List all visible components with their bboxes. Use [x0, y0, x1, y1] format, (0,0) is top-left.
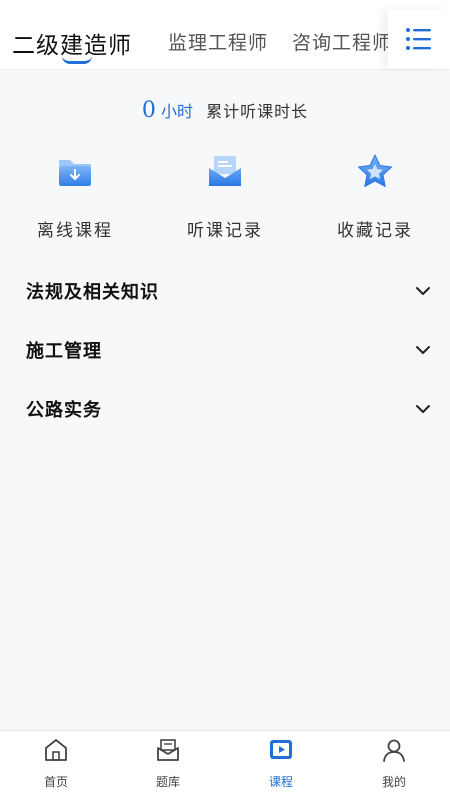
subject-item-construction-management[interactable]: 施工管理: [0, 325, 450, 375]
offline-courses-button[interactable]: 离线课程: [0, 152, 150, 241]
bottom-navigation: 首页 题库 课程 我的: [0, 730, 450, 800]
nav-label-question-bank: 题库: [155, 775, 180, 789]
subject-item-regulations[interactable]: 法规及相关知识: [0, 266, 450, 316]
top-header: 二级建造师 监理工程师 咨询工程师: [0, 0, 450, 70]
offline-courses-label: 离线课程: [37, 221, 113, 241]
nav-item-me[interactable]: 我的: [338, 737, 450, 790]
home-icon: [45, 739, 67, 761]
nav-item-courses[interactable]: 课程: [225, 737, 337, 790]
favorites-record-button[interactable]: 收藏记录: [300, 152, 450, 241]
tab-second-class-constructor[interactable]: 二级建造师: [12, 26, 132, 60]
chevron-down-icon: [416, 287, 430, 295]
star-icon: [358, 154, 392, 187]
nav-item-home[interactable]: 首页: [0, 737, 112, 790]
mailbox-icon: [157, 739, 179, 761]
subject-name: 公路实务: [26, 400, 102, 421]
favorites-record-label: 收藏记录: [337, 221, 413, 241]
listening-hours-value: 0: [141, 98, 156, 123]
play-course-icon: [270, 740, 292, 759]
listening-record-button[interactable]: 听课记录: [150, 152, 300, 241]
listening-hours-unit: 小时: [160, 102, 193, 121]
listening-record-label: 听课记录: [187, 221, 263, 241]
listening-time-label: 累计听课时长: [206, 102, 309, 121]
tab-supervision-engineer[interactable]: 监理工程师: [168, 28, 268, 55]
chevron-down-icon: [416, 405, 430, 413]
mail-record-icon: [209, 156, 241, 186]
nav-item-question-bank[interactable]: 题库: [112, 737, 224, 790]
category-tabs: 二级建造师 监理工程师 咨询工程师: [0, 0, 390, 70]
subject-item-highway-practice[interactable]: 公路实务: [0, 384, 450, 434]
subject-name: 施工管理: [26, 341, 102, 362]
active-tab-indicator: [62, 56, 92, 64]
folder-download-icon: [59, 160, 91, 186]
user-icon: [383, 739, 405, 762]
list-menu-icon: [406, 28, 431, 50]
category-menu-button[interactable]: [388, 10, 450, 68]
nav-label-home: 首页: [43, 775, 68, 789]
subject-name: 法规及相关知识: [26, 282, 159, 303]
tab-consulting-engineer[interactable]: 咨询工程师: [292, 28, 390, 55]
nav-label-courses: 课程: [268, 775, 293, 789]
listening-time-stat: 0 小时 累计听课时长: [0, 98, 450, 123]
chevron-down-icon: [416, 346, 430, 354]
nav-label-me: 我的: [381, 775, 406, 789]
